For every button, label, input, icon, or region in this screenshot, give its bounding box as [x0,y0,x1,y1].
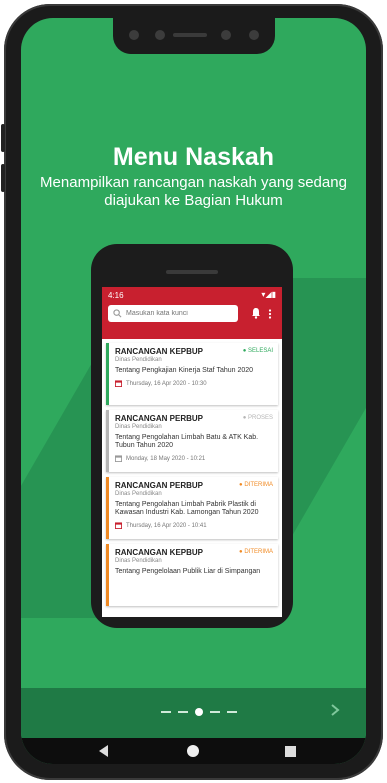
status-icons: ▾◢▮ [261,290,276,299]
notch [113,18,275,54]
phone-speaker [166,270,218,274]
item-desc: Tentang Pengolahan Limbah Batu & ATK Kab… [115,434,259,449]
calendar-icon [115,380,122,387]
volume-button [1,164,5,192]
camera-icon [155,30,165,40]
status-badge: ● SELESAI [242,348,273,354]
onboarding-footer [21,688,366,738]
item-date-text: Monday, 18 May 2020 - 10:21 [126,455,206,462]
item-date-text: Thursday, 16 Apr 2020 - 10:30 [126,380,207,387]
page-indicator [161,708,237,716]
home-icon[interactable] [187,745,199,757]
item-desc: Tentang Pengelolaan Publik Liar di Simpa… [115,568,261,575]
volume-button [1,124,5,152]
list-item[interactable]: RANCANGAN PERBUP Dinas Pendidikan Tentan… [106,410,278,472]
list-item[interactable]: RANCANGAN KEPBUP Dinas Pendidikan Tentan… [106,343,278,405]
item-desc: Tentang Pengkajian Kinerja Staf Tahun 20… [115,367,254,374]
page-dot[interactable] [178,711,188,713]
search-icon [113,309,122,318]
item-dept: Dinas Pendidikan [115,491,162,497]
item-desc: Tentang Pengolahan Limbah Pabrik Plastik… [115,501,259,516]
list-item[interactable]: RANCANGAN KEPBUP Dinas Pendidikan Tentan… [106,544,278,606]
page-dot[interactable] [227,711,237,713]
next-button[interactable] [330,701,340,722]
camera-icon [249,30,259,40]
sensor-icon [129,30,139,40]
status-badge: ● DITERIMA [239,482,273,488]
sensor-icon [221,30,231,40]
calendar-icon [115,522,122,529]
screen: Menu Naskah Menampilkan rancangan naskah… [21,18,366,764]
status-time: 4:16 [108,291,124,300]
status-badge: ● PROSES [242,415,273,421]
search-box[interactable] [108,305,238,322]
app-preview: 4:16 ▾◢▮ Masukan kata kunci RANCANGAN KE… [102,287,282,617]
naskah-list: RANCANGAN KEPBUP Dinas Pendidikan Tentan… [106,343,278,611]
onboarding-heading: Menu Naskah [112,143,275,171]
item-date: Thursday, 16 Apr 2020 - 10:41 [115,522,273,529]
preview-phone: 4:16 ▾◢▮ Masukan kata kunci RANCANGAN KE… [91,244,293,628]
item-dept: Dinas Pendidikan [115,424,162,430]
item-dept: Dinas Pendidikan [115,357,162,363]
item-dept: Dinas Pendidikan [115,558,162,564]
bell-icon[interactable] [250,307,262,319]
item-date-text: Thursday, 16 Apr 2020 - 10:41 [126,522,207,529]
back-icon[interactable] [99,745,108,757]
search-input[interactable] [126,310,226,317]
speaker [173,33,207,37]
onboarding-subtitle: Menampilkan rancangan naskah yang sedang… [40,174,347,209]
status-badge: ● DITERIMA [239,549,273,555]
page-dot-active[interactable] [195,708,203,716]
chevron-right-icon [331,704,340,716]
device-frame: Menu Naskah Menampilkan rancangan naskah… [1,4,383,780]
page-dot[interactable] [210,711,220,713]
more-options-icon[interactable] [268,309,272,319]
list-item[interactable]: RANCANGAN PERBUP Dinas Pendidikan Tentan… [106,477,278,539]
calendar-icon [115,455,122,462]
recent-apps-icon[interactable] [285,746,296,757]
item-date: Thursday, 16 Apr 2020 - 10:30 [115,380,273,387]
page-dot[interactable] [161,711,171,713]
app-header: 4:16 ▾◢▮ [102,287,282,339]
item-date: Monday, 18 May 2020 - 10:21 [115,455,273,462]
system-navbar [21,738,366,764]
